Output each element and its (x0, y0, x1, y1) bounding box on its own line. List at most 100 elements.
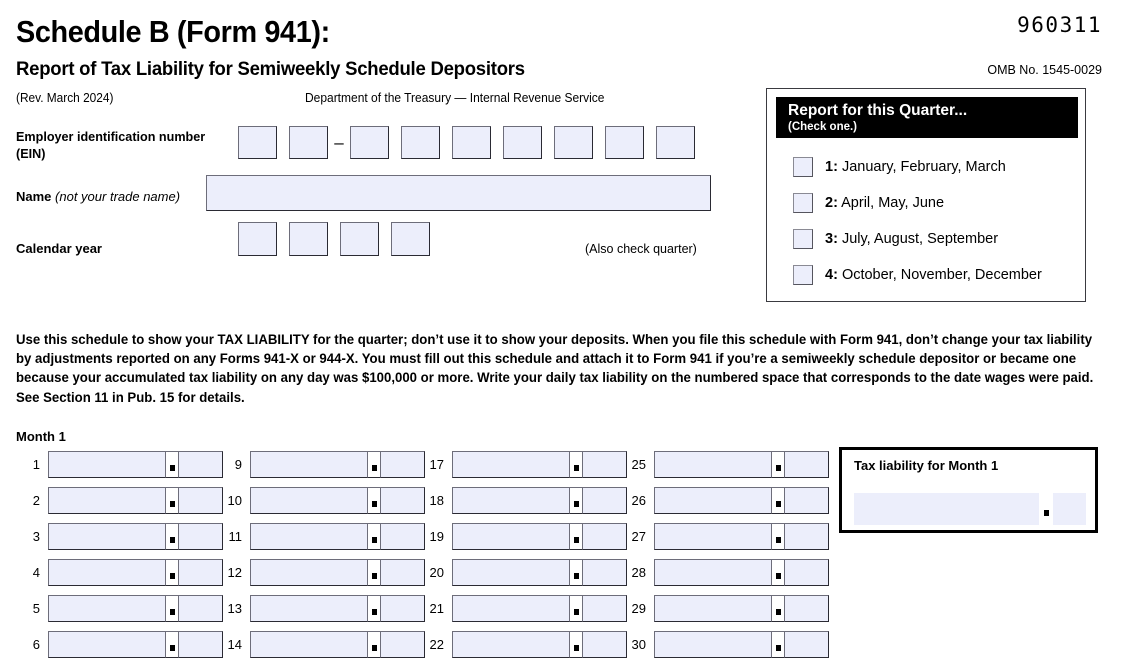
ein-label-line1: Employer identification number (16, 129, 206, 144)
amount-input-day-1[interactable] (48, 450, 223, 478)
amount-input-day-27[interactable] (654, 522, 829, 550)
ein-label: Employer identification number (EIN) (16, 128, 229, 162)
day-number-17: 17 (429, 456, 444, 472)
day-number-29: 29 (631, 600, 646, 616)
calendar-year-input-group[interactable] (238, 222, 430, 256)
amount-input-day-17[interactable] (452, 450, 627, 478)
amount-input-day-19[interactable] (452, 522, 627, 550)
amount-input-day-13[interactable] (250, 594, 425, 622)
decimal-separator (771, 522, 785, 550)
quarter-panel-subtitle: (Check one.) (788, 121, 858, 133)
ein-digit-8[interactable] (605, 126, 644, 159)
amount-input-day-29[interactable] (654, 594, 829, 622)
decimal-separator (771, 594, 785, 622)
year-digit-2[interactable] (289, 222, 328, 256)
quarter-4-checkbox[interactable] (793, 265, 813, 285)
amount-input-day-3[interactable] (48, 522, 223, 550)
grid-row: 30 (622, 626, 829, 662)
quarter-2-label: April, May, June (841, 195, 945, 211)
decimal-point (170, 465, 175, 471)
decimal-point (372, 645, 377, 651)
form-code: 960311 (1017, 13, 1102, 37)
grid-row: 18 (420, 482, 627, 518)
decimal-point (776, 645, 781, 651)
grid-row: 29 (622, 590, 829, 626)
day-number-10: 10 (227, 492, 242, 508)
amount-input-day-12[interactable] (250, 558, 425, 586)
year-digit-4[interactable] (391, 222, 430, 256)
quarter-1-text: 1: January, February, March (825, 159, 1006, 175)
decimal-separator (165, 594, 179, 622)
amount-input-day-9[interactable] (250, 450, 425, 478)
quarter-1-label: January, February, March (841, 159, 1006, 175)
tax-liability-input[interactable] (854, 493, 1086, 525)
ein-input-group[interactable]: – (238, 126, 695, 159)
amount-input-day-10[interactable] (250, 486, 425, 514)
decimal-separator (569, 522, 583, 550)
amount-input-day-2[interactable] (48, 486, 223, 514)
day-number-2: 2 (32, 492, 40, 508)
decimal-separator (569, 558, 583, 586)
quarter-1-checkbox[interactable] (793, 157, 813, 177)
amount-input-day-30[interactable] (654, 630, 829, 658)
grid-row: 19 (420, 518, 627, 554)
decimal-separator (569, 486, 583, 514)
decimal-separator (165, 486, 179, 514)
amount-input-day-22[interactable] (452, 630, 627, 658)
grid-row: 26 (622, 482, 829, 518)
revision-date: (Rev. March 2024) (16, 91, 114, 105)
ein-digit-9[interactable] (656, 126, 695, 159)
amount-input-day-4[interactable] (48, 558, 223, 586)
ein-digit-7[interactable] (554, 126, 593, 159)
ein-digit-3[interactable] (350, 126, 389, 159)
grid-row: 4 (16, 554, 223, 590)
amount-input-day-28[interactable] (654, 558, 829, 586)
quarter-selection-panel: Report for this Quarter... (Check one.) … (766, 88, 1086, 302)
quarter-option-3[interactable]: 3: July, August, September (793, 229, 998, 249)
decimal-point (1044, 510, 1049, 516)
ein-separator-dash: – (334, 133, 344, 152)
amount-input-day-14[interactable] (250, 630, 425, 658)
day-number-27: 27 (631, 528, 646, 544)
ein-digit-1[interactable] (238, 126, 277, 159)
ein-digit-4[interactable] (401, 126, 440, 159)
amount-input-day-18[interactable] (452, 486, 627, 514)
decimal-separator (771, 450, 785, 478)
grid-row: 28 (622, 554, 829, 590)
name-input[interactable] (206, 175, 711, 211)
grid-row: 17 (420, 446, 627, 482)
decimal-point (776, 537, 781, 543)
amount-input-day-6[interactable] (48, 630, 223, 658)
decimal-separator (165, 558, 179, 586)
day-number-4: 4 (32, 564, 40, 580)
quarter-option-1[interactable]: 1: January, February, March (793, 157, 1006, 177)
decimal-point (574, 573, 579, 579)
year-digit-3[interactable] (340, 222, 379, 256)
amount-input-day-20[interactable] (452, 558, 627, 586)
year-digit-1[interactable] (238, 222, 277, 256)
ein-label-line2: (EIN) (16, 146, 46, 161)
day-number-1: 1 (32, 456, 40, 472)
amount-input-day-11[interactable] (250, 522, 425, 550)
amount-input-day-5[interactable] (48, 594, 223, 622)
quarter-option-2[interactable]: 2: April, May, June (793, 193, 944, 213)
grid-row: 6 (16, 626, 223, 662)
ein-digit-2[interactable] (289, 126, 328, 159)
quarter-2-checkbox[interactable] (793, 193, 813, 213)
quarter-option-4[interactable]: 4: October, November, December (793, 265, 1042, 285)
ein-digit-6[interactable] (503, 126, 542, 159)
decimal-point (574, 465, 579, 471)
day-number-3: 3 (32, 528, 40, 544)
quarter-1-number: 1: (825, 159, 838, 175)
quarter-panel-header: Report for this Quarter... (Check one.) (776, 97, 1078, 138)
amount-input-day-25[interactable] (654, 450, 829, 478)
quarter-3-checkbox[interactable] (793, 229, 813, 249)
amount-input-day-26[interactable] (654, 486, 829, 514)
grid-row: 22 (420, 626, 627, 662)
amount-input-day-21[interactable] (452, 594, 627, 622)
day-number-22: 22 (429, 636, 444, 652)
day-number-21: 21 (429, 600, 444, 616)
decimal-point (574, 609, 579, 615)
ein-digit-5[interactable] (452, 126, 491, 159)
